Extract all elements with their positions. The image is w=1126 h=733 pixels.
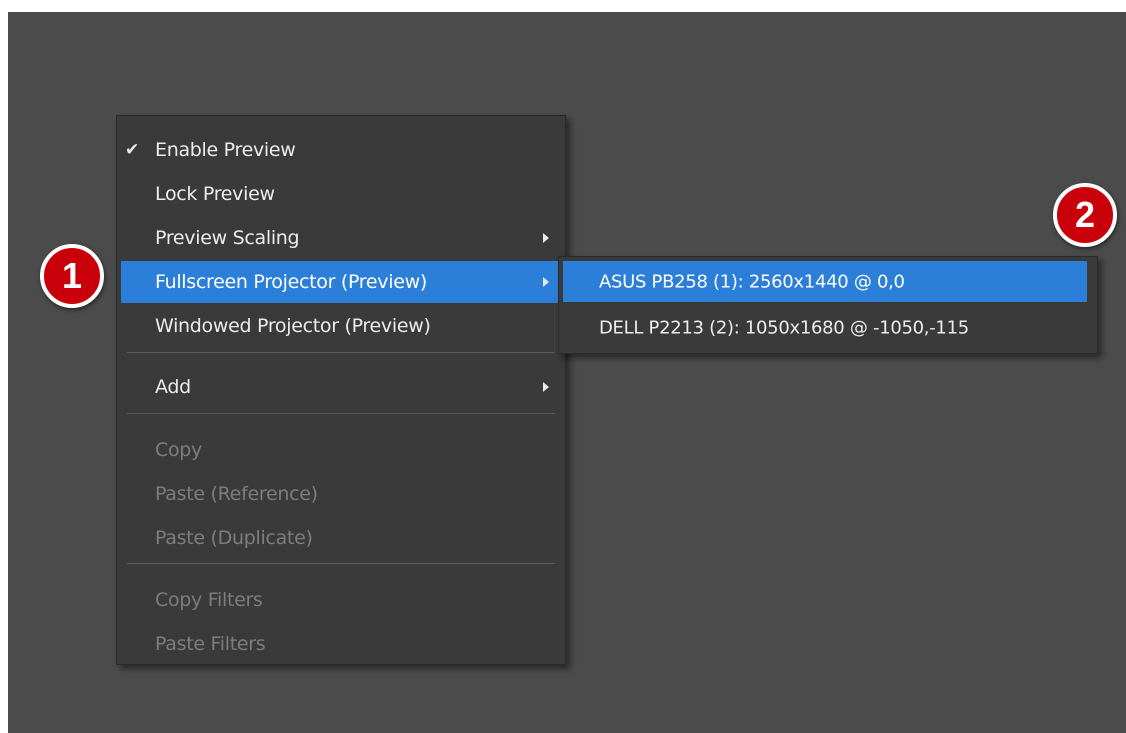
menu-item-label: Copy: [155, 439, 202, 461]
menu-item-preview-scaling[interactable]: Preview Scaling: [117, 217, 565, 259]
menu-item-paste-reference[interactable]: Paste (Reference): [117, 473, 565, 515]
checkmark-icon: ✔: [125, 140, 140, 160]
menu-item-label: Windowed Projector (Preview): [155, 315, 431, 337]
menu-item-label: Lock Preview: [155, 183, 275, 205]
submenu-item-dell-monitor[interactable]: DELL P2213 (2): 1050x1680 @ -1050,-115: [563, 307, 1087, 348]
menu-separator: [127, 352, 555, 353]
menu-separator: [127, 413, 555, 414]
menu-item-copy-filters[interactable]: Copy Filters: [117, 579, 565, 621]
menu-item-label: Preview Scaling: [155, 227, 300, 249]
menu-separator: [127, 563, 555, 564]
menu-item-paste-filters[interactable]: Paste Filters: [117, 623, 565, 665]
menu-item-windowed-projector[interactable]: Windowed Projector (Preview): [117, 305, 565, 347]
annotation-badge-2: 2: [1053, 183, 1117, 247]
menu-item-label: Paste Filters: [155, 633, 266, 655]
chevron-right-icon: [543, 382, 549, 392]
chevron-right-icon: [543, 233, 549, 243]
menu-item-label: Enable Preview: [155, 139, 296, 161]
chevron-right-icon: [543, 277, 549, 287]
menu-item-label: Paste (Duplicate): [155, 527, 313, 549]
preview-backdrop: ✔ Enable Preview Lock Preview Preview Sc…: [8, 12, 1126, 733]
menu-item-label: Fullscreen Projector (Preview): [155, 271, 427, 293]
submenu-item-asus-monitor[interactable]: ASUS PB258 (1): 2560x1440 @ 0,0: [563, 261, 1087, 302]
menu-item-label: Paste (Reference): [155, 483, 318, 505]
menu-item-copy[interactable]: Copy: [117, 429, 565, 471]
projector-submenu: ASUS PB258 (1): 2560x1440 @ 0,0 DELL P22…: [558, 256, 1098, 354]
menu-item-label: Add: [155, 376, 191, 398]
menu-item-lock-preview[interactable]: Lock Preview: [117, 173, 565, 215]
menu-item-fullscreen-projector[interactable]: Fullscreen Projector (Preview): [121, 261, 565, 303]
submenu-item-label: DELL P2213 (2): 1050x1680 @ -1050,-115: [599, 317, 969, 338]
submenu-item-label: ASUS PB258 (1): 2560x1440 @ 0,0: [599, 271, 905, 292]
menu-item-label: Copy Filters: [155, 589, 263, 611]
menu-item-add[interactable]: Add: [117, 366, 565, 408]
annotation-badge-1: 1: [40, 244, 104, 308]
menu-item-paste-duplicate[interactable]: Paste (Duplicate): [117, 517, 565, 559]
menu-item-enable-preview[interactable]: ✔ Enable Preview: [117, 129, 565, 171]
context-menu: ✔ Enable Preview Lock Preview Preview Sc…: [116, 115, 566, 665]
